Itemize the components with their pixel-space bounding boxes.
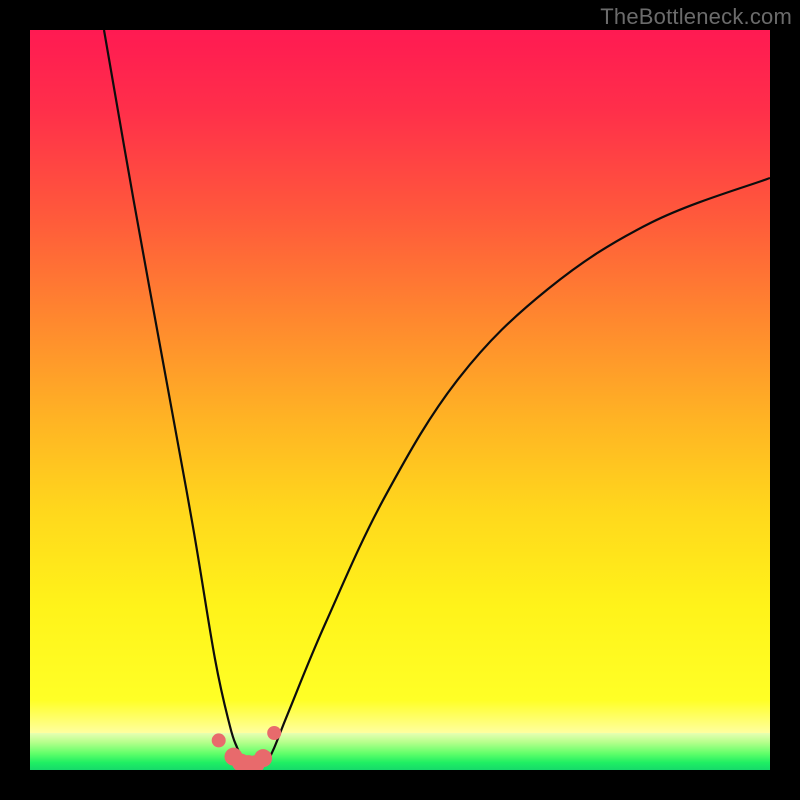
chart-frame: TheBottleneck.com <box>0 0 800 800</box>
data-marker <box>267 726 281 740</box>
watermark-text: TheBottleneck.com <box>600 4 792 30</box>
data-marker <box>212 733 226 747</box>
data-marker <box>254 749 272 767</box>
curve-layer <box>30 30 770 770</box>
curve-right-branch <box>267 178 770 763</box>
plot-area <box>30 30 770 770</box>
curve-left-branch <box>104 30 245 763</box>
marker-group <box>212 726 282 770</box>
